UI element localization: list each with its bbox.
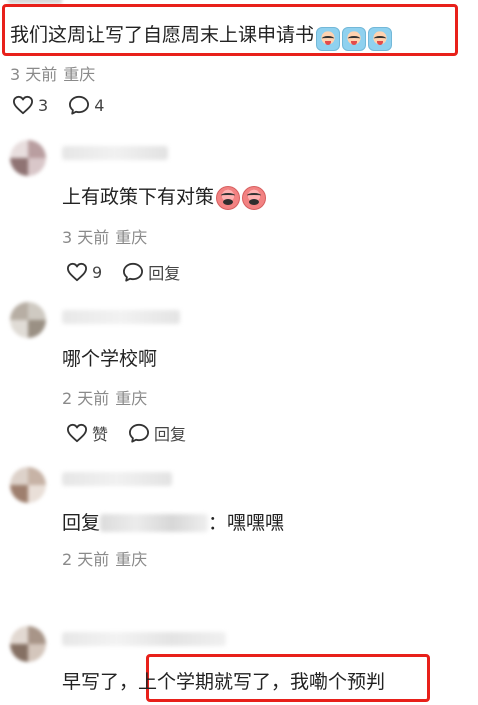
crying-face-icon	[342, 26, 367, 51]
avatar[interactable]	[10, 626, 46, 662]
main-comment-meta: 3 天前 重庆	[10, 61, 95, 85]
post-time: 3 天前	[10, 65, 58, 84]
main-comment-actions: 3 4	[12, 95, 124, 115]
avatar[interactable]	[10, 467, 46, 503]
reply-meta: 2 天前 重庆	[62, 385, 147, 409]
location: 重庆	[115, 389, 148, 408]
reply-text: 上有政策下有对策	[62, 186, 215, 208]
angry-face-icon	[216, 185, 241, 210]
reply-text-row: 回复 ：嘿嘿嘿	[62, 508, 284, 535]
reply-button[interactable]: 回复	[128, 421, 186, 445]
reply-text-row: 早写了，上个学期就写了，我嘞个预判	[62, 667, 385, 694]
angry-face-icon	[242, 185, 267, 210]
like-count: 3	[38, 95, 49, 115]
username-blurred	[62, 146, 168, 160]
reply-prefix: 回复	[62, 512, 101, 534]
crying-face-icon	[316, 26, 341, 51]
like-label: 赞	[92, 425, 109, 444]
reply-label: 回复	[154, 425, 187, 444]
comment-icon	[123, 262, 144, 282]
heart-icon	[13, 95, 33, 115]
heart-icon	[67, 423, 87, 443]
reply-highlighted-text: 上个学期就写了，我嘞个预判	[138, 671, 386, 693]
mention-blurred	[100, 514, 209, 532]
heart-icon	[67, 262, 87, 282]
reply-suffix: ：嘿嘿嘿	[208, 512, 285, 534]
like-count: 9	[92, 262, 103, 282]
reply-count-button[interactable]: 4	[68, 95, 104, 115]
username-blurred	[62, 632, 226, 646]
reply-prefix: 早写了，	[62, 671, 139, 693]
username-blurred	[62, 472, 172, 486]
main-comment-text-row: 我们这周让写了自愿周末上课申请书	[10, 20, 394, 51]
crying-face-icon	[368, 26, 393, 51]
avatar[interactable]	[10, 140, 46, 176]
reply-button[interactable]: 回复	[122, 260, 180, 284]
username-blurred	[62, 310, 180, 324]
comment-icon	[129, 423, 150, 443]
emoji-row	[316, 26, 394, 51]
reply-actions: 赞 回复	[66, 421, 206, 445]
comment-icon	[69, 95, 90, 115]
avatar[interactable]	[10, 302, 46, 338]
reply-text: 哪个学校啊	[62, 348, 158, 370]
location: 重庆	[115, 550, 148, 569]
location: 重庆	[63, 65, 96, 84]
like-button[interactable]: 赞	[66, 421, 108, 445]
reply-count: 4	[94, 95, 105, 115]
like-button[interactable]: 9	[66, 262, 102, 282]
post-time: 2 天前	[62, 550, 110, 569]
reply-text-row: 上有政策下有对策	[62, 182, 268, 210]
reply-actions: 9 回复	[66, 260, 200, 284]
main-comment-text: 我们这周让写了自愿周末上课申请书	[10, 24, 315, 46]
reply-meta: 3 天前 重庆	[62, 224, 147, 248]
post-time: 2 天前	[62, 389, 110, 408]
like-button[interactable]: 3	[12, 95, 48, 115]
reply-meta: 2 天前 重庆	[62, 546, 147, 570]
location: 重庆	[115, 228, 148, 247]
post-time: 3 天前	[62, 228, 110, 247]
reply-label: 回复	[148, 264, 181, 283]
